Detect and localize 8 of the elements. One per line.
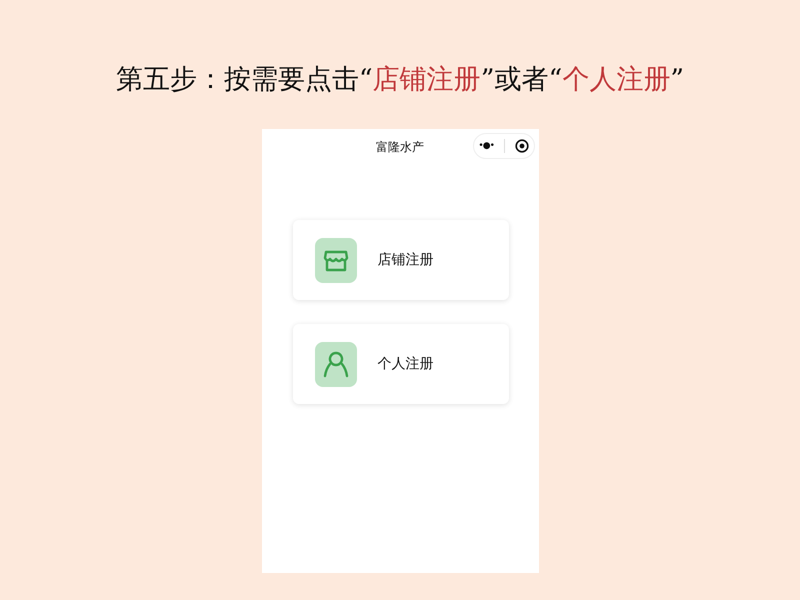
register-card[interactable]: 店铺注册 xyxy=(292,220,508,300)
shop-icon xyxy=(314,238,356,282)
close-icon[interactable] xyxy=(514,139,529,153)
slide-title: 第五步：按需要点击“店铺注册”或者“个人注册” xyxy=(116,63,684,97)
app-title: 富隆水产 xyxy=(376,138,424,156)
more-button[interactable]: •●• xyxy=(478,141,494,151)
person-icon xyxy=(314,342,356,386)
register-card[interactable]: 个人注册 xyxy=(292,324,508,404)
